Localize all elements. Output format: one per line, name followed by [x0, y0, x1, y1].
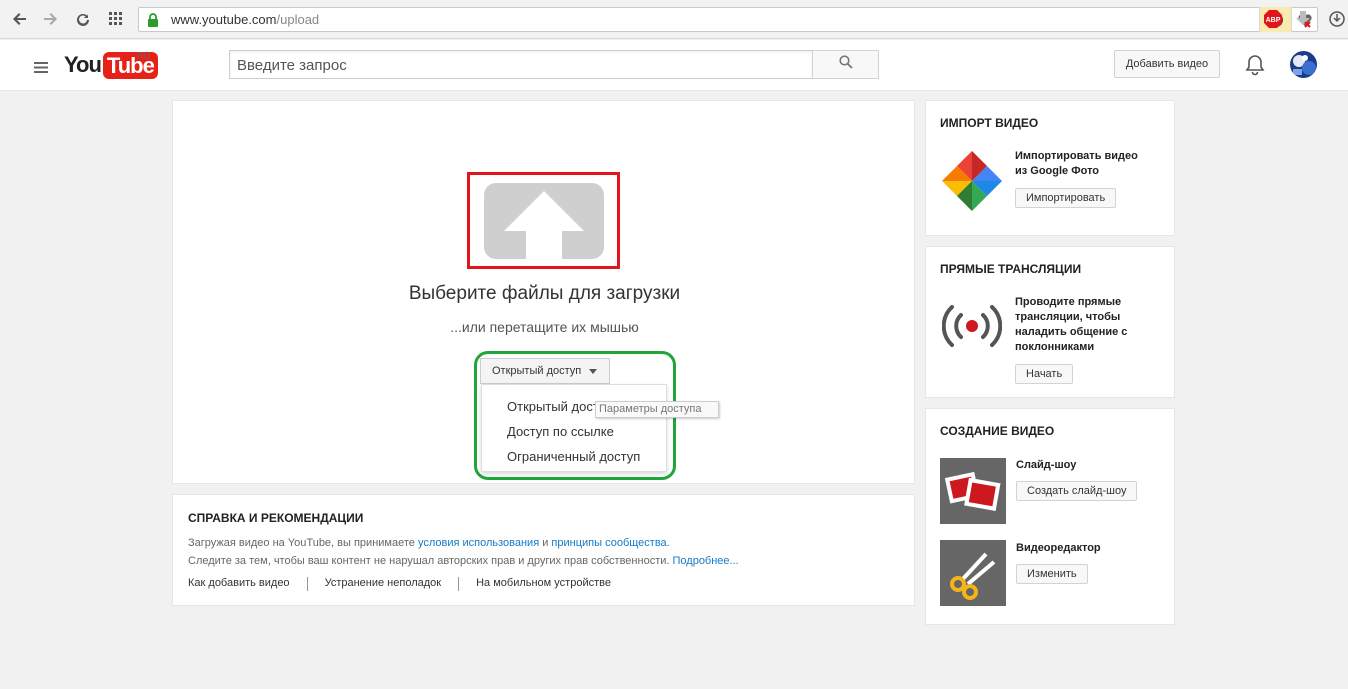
- slideshow-label: Слайд-шоу: [1016, 459, 1077, 471]
- privacy-menu: Открытый доступ Доступ по ссылке Огранич…: [481, 384, 667, 472]
- upload-arrow-icon[interactable]: [484, 183, 604, 259]
- divider: [458, 577, 460, 591]
- upload-title: Выберите файлы для загрузки: [408, 283, 681, 304]
- bell-icon[interactable]: [1245, 54, 1265, 81]
- import-title: ИМПОРТ ВИДЕО: [940, 116, 1039, 130]
- adblock-icon[interactable]: ABP: [1262, 8, 1284, 30]
- import-description-line: из Google Фото: [1015, 165, 1100, 177]
- apps-icon[interactable]: [105, 8, 127, 30]
- google-photos-icon: [942, 151, 1002, 211]
- back-icon[interactable]: [9, 8, 31, 30]
- youtube-header: You Tube RU Введите запрос Добавить виде…: [0, 40, 1348, 91]
- help-terms-line: Загружая видео на YouTube, вы принимаете…: [188, 537, 670, 549]
- reload-icon[interactable]: [72, 8, 94, 30]
- import-button[interactable]: Импортировать: [1015, 188, 1117, 208]
- create-title: СОЗДАНИЕ ВИДЕО: [940, 424, 1055, 438]
- edit-button[interactable]: Изменить: [1016, 564, 1088, 584]
- caret-down-icon: [589, 368, 598, 374]
- help-copyright-line: Следите за тем, чтобы ваш контент не нар…: [188, 555, 739, 567]
- add-video-button[interactable]: Добавить видео: [1114, 50, 1220, 78]
- start-live-button[interactable]: Начать: [1015, 364, 1074, 384]
- upload-highlight-frame: [467, 172, 620, 269]
- url-domain: www.youtube.com: [171, 12, 277, 27]
- editor-label: Видеоредактор: [1016, 542, 1101, 554]
- help-link-how-to-upload[interactable]: Как добавить видео: [188, 577, 307, 591]
- help-title: СПРАВКА И РЕКОМЕНДАЦИИ: [188, 511, 364, 525]
- avatar[interactable]: [1290, 51, 1317, 78]
- slideshow-icon: [940, 458, 1006, 524]
- help-card: СПРАВКА И РЕКОМЕНДАЦИИ Загружая видео на…: [172, 494, 915, 606]
- help-terms-end: .: [666, 537, 670, 549]
- live-description-line: поклонниками: [1015, 341, 1095, 353]
- create-card: СОЗДАНИЕ ВИДЕО Слайд-шоу Создать слайд-ш…: [925, 408, 1175, 625]
- live-description-line: трансляции, чтобы: [1015, 311, 1121, 323]
- help-links: Как добавить видео Устранение неполадок …: [188, 577, 628, 591]
- import-description: Импортировать видео из Google Фото: [1015, 149, 1138, 179]
- live-title: ПРЯМЫЕ ТРАНСЛЯЦИИ: [940, 262, 1082, 276]
- address-bar[interactable]: www.youtube.com/upload: [138, 7, 1318, 32]
- live-description-line: Проводите прямые: [1015, 296, 1122, 308]
- help-copyright-text: Следите за тем, чтобы ваш контент не нар…: [188, 555, 673, 567]
- browser-toolbar: www.youtube.com/upload ABP: [0, 0, 1348, 39]
- hamburger-icon[interactable]: [34, 60, 48, 78]
- live-card: ПРЯМЫЕ ТРАНСЛЯЦИИ Проводите прямые транс…: [925, 246, 1175, 398]
- privacy-selected: Открытый доступ: [492, 365, 582, 377]
- download-icon[interactable]: [1292, 8, 1314, 30]
- scissors-icon: [940, 540, 1006, 606]
- privacy-dropdown-button[interactable]: Открытый доступ: [480, 358, 610, 384]
- downloads-menu-icon[interactable]: [1326, 8, 1348, 30]
- search-button[interactable]: [812, 50, 879, 79]
- create-slideshow-button[interactable]: Создать слайд-шоу: [1016, 481, 1138, 501]
- help-terms-text: Загружая видео на YouTube, вы принимаете: [188, 537, 418, 549]
- url-text: www.youtube.com/upload: [171, 12, 319, 27]
- live-description-line: наладить общение с: [1015, 326, 1128, 338]
- upload-card: Выберите файлы для загрузки ...или перет…: [172, 100, 915, 484]
- learn-more-link[interactable]: Подробнее...: [673, 555, 739, 567]
- divider: [306, 577, 308, 591]
- guidelines-link[interactable]: принципы сообщества: [551, 537, 666, 549]
- live-broadcast-icon: [942, 305, 1002, 347]
- logo-you: You: [64, 52, 102, 77]
- terms-link[interactable]: условия использования: [418, 537, 539, 549]
- search-icon: [838, 55, 853, 74]
- search-placeholder: Введите запрос: [237, 57, 347, 74]
- import-card: ИМПОРТ ВИДЕО Импортировать видео из Goog…: [925, 100, 1175, 236]
- privacy-option-unlisted[interactable]: Доступ по ссылке: [507, 424, 614, 439]
- url-path: /upload: [276, 12, 320, 27]
- lock-icon: [147, 13, 159, 32]
- logo-region: RU: [137, 51, 150, 61]
- help-terms-mid: и: [539, 537, 552, 549]
- import-description-line: Импортировать видео: [1015, 150, 1138, 162]
- help-link-troubleshooting[interactable]: Устранение неполадок: [325, 577, 459, 591]
- forward-icon[interactable]: [39, 8, 61, 30]
- privacy-option-private[interactable]: Ограниченный доступ: [507, 449, 640, 464]
- search-input[interactable]: Введите запрос: [229, 50, 813, 79]
- adblock-label: ABP: [1266, 17, 1281, 24]
- upload-subtitle: ...или перетащите их мышью: [450, 319, 639, 335]
- live-description: Проводите прямые трансляции, чтобы налад…: [1015, 295, 1127, 355]
- help-link-mobile[interactable]: На мобильном устройстве: [476, 577, 628, 591]
- privacy-tooltip: Параметры доступа: [595, 401, 719, 418]
